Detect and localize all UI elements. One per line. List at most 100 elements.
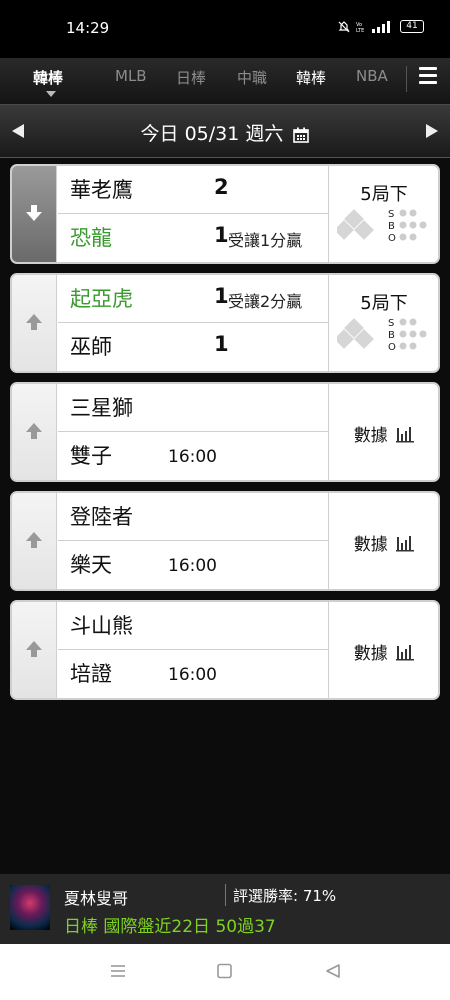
team-name: 登陸者 <box>70 505 133 529</box>
base-count-icon: S B O <box>337 209 427 244</box>
volte-icon: VoLTE <box>356 22 364 33</box>
next-day-arrow-icon[interactable] <box>426 124 438 138</box>
home-team-row: 恐龍 1 受讓1分贏 <box>58 214 328 262</box>
home-team-row: 樂天 16:00 <box>58 541 328 589</box>
tab-mlb[interactable]: MLB <box>115 67 147 85</box>
game-status-panel[interactable]: 5局下 S B O <box>328 275 438 371</box>
stats-button[interactable]: 數據 <box>328 384 438 480</box>
bar-chart-icon <box>396 645 415 661</box>
battery-icon: 41 <box>400 20 424 33</box>
stats-label: 數據 <box>353 426 388 446</box>
inning-label: 5局下 <box>360 293 408 314</box>
handicap-result: 受讓1分贏 <box>228 231 303 250</box>
arrow-up-icon <box>26 314 42 330</box>
svg-text:LTE: LTE <box>356 28 364 33</box>
recent-apps-icon[interactable] <box>109 963 127 979</box>
date-text: 今日 05/31 週六 <box>140 123 284 145</box>
tab-divider <box>406 66 407 92</box>
game-time: 16:00 <box>168 556 217 576</box>
game-list: 華老鷹 2 恐龍 1 受讓1分贏 5局下 S B O 起亞虎 1 受讓2分贏 巫… <box>10 164 440 709</box>
mute-icon <box>338 20 350 32</box>
away-team-row: 斗山熊 <box>58 602 328 650</box>
out-letter: O <box>388 233 396 244</box>
away-team-row: 登陸者 <box>58 493 328 541</box>
away-team-row: 三星獅 <box>58 384 328 432</box>
hamburger-menu-icon[interactable] <box>419 67 437 85</box>
game-time: 16:00 <box>168 665 217 685</box>
team-name: 巫師 <box>70 335 112 359</box>
arrow-down-icon <box>26 205 42 221</box>
game-card[interactable]: 登陸者 樂天 16:00 數據 <box>10 491 440 591</box>
arrow-up-icon <box>26 641 42 657</box>
away-team-row: 起亞虎 1 受讓2分贏 <box>58 275 328 323</box>
expert-avatar <box>10 885 50 930</box>
strike-letter: S <box>388 209 394 220</box>
stats-link: 數據 <box>329 421 438 446</box>
stats-label: 數據 <box>353 644 388 664</box>
team-score: 2 <box>214 175 229 199</box>
team-name: 培證 <box>70 662 112 686</box>
out-letter: O <box>388 342 396 353</box>
collapse-toggle[interactable] <box>12 166 57 262</box>
ball-letter: B <box>388 330 395 341</box>
status-bar: 14:29 Vo LTE 41 <box>0 0 450 58</box>
home-team-row: 巫師 1 <box>58 323 328 371</box>
team-score: 1 <box>214 332 229 356</box>
arrow-up-icon <box>26 532 42 548</box>
expert-banner[interactable]: 夏林叟哥 評選勝率: 71% 日棒 國際盤近22日 50過37 <box>0 874 450 944</box>
signal-icon <box>372 20 390 33</box>
strike-letter: S <box>388 318 394 329</box>
game-time: 16:00 <box>168 447 217 467</box>
ball-letter: B <box>388 221 395 232</box>
expand-toggle[interactable] <box>12 602 57 698</box>
base-count-icon: S B O <box>337 318 427 353</box>
stats-link: 數據 <box>329 639 438 664</box>
status-icons: Vo LTE 41 <box>338 20 424 33</box>
team-name: 起亞虎 <box>70 287 133 311</box>
expand-toggle[interactable] <box>12 275 57 371</box>
game-card[interactable]: 三星獅 雙子 16:00 數據 <box>10 382 440 482</box>
stats-button[interactable]: 數據 <box>328 602 438 698</box>
team-name: 華老鷹 <box>70 178 133 202</box>
calendar-icon[interactable] <box>293 127 310 143</box>
date-bar: 今日 05/31 週六 <box>0 104 450 158</box>
win-rate: 評選勝率: 71% <box>233 887 337 905</box>
team-name: 恐龍 <box>70 226 112 250</box>
bar-chart-icon <box>396 427 415 443</box>
expand-toggle[interactable] <box>12 384 57 480</box>
inning-label: 5局下 <box>360 184 408 205</box>
tab-cpbl[interactable]: 中職 <box>237 67 267 88</box>
game-card[interactable]: 斗山熊 培證 16:00 數據 <box>10 600 440 700</box>
tab-kbo-selected[interactable]: 韓棒 <box>33 67 63 88</box>
expand-toggle[interactable] <box>12 493 57 589</box>
back-icon[interactable] <box>324 963 342 979</box>
tab-nba[interactable]: NBA <box>356 67 388 85</box>
team-score: 1 <box>214 284 229 308</box>
banner-divider <box>225 884 226 906</box>
status-time: 14:29 <box>66 19 110 37</box>
tab-npb[interactable]: 日棒 <box>176 67 206 88</box>
team-name: 樂天 <box>70 553 112 577</box>
league-tab-bar: 韓棒 MLB 日棒 中職 韓棒 NBA <box>0 58 450 104</box>
caret-down-icon <box>46 91 56 97</box>
home-team-row: 雙子 16:00 <box>58 432 328 480</box>
game-card[interactable]: 起亞虎 1 受讓2分贏 巫師 1 5局下 S B O <box>10 273 440 373</box>
stats-link: 數據 <box>329 530 438 555</box>
team-name: 三星獅 <box>70 396 133 420</box>
date-label[interactable]: 今日 05/31 週六 <box>0 119 450 146</box>
handicap-result: 受讓2分贏 <box>228 292 303 311</box>
tab-kbo[interactable]: 韓棒 <box>296 67 326 88</box>
game-card[interactable]: 華老鷹 2 恐龍 1 受讓1分贏 5局下 S B O <box>10 164 440 264</box>
expert-record: 日棒 國際盤近22日 50過37 <box>64 917 276 937</box>
system-nav-bar <box>0 944 450 1000</box>
stats-label: 數據 <box>353 535 388 555</box>
home-icon[interactable] <box>216 963 234 979</box>
bar-chart-icon <box>396 536 415 552</box>
expert-name: 夏林叟哥 <box>64 889 129 908</box>
stats-button[interactable]: 數據 <box>328 493 438 589</box>
team-name: 斗山熊 <box>70 614 133 638</box>
away-team-row: 華老鷹 2 <box>58 166 328 214</box>
game-status-panel[interactable]: 5局下 S B O <box>328 166 438 262</box>
arrow-up-icon <box>26 423 42 439</box>
home-team-row: 培證 16:00 <box>58 650 328 698</box>
